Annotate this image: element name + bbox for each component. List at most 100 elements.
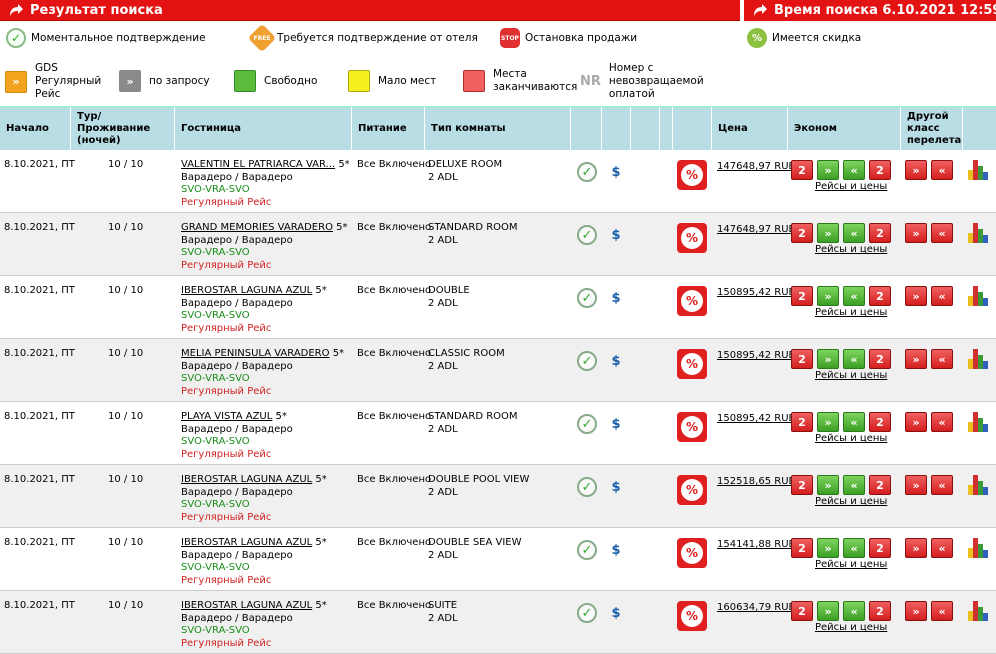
back-arrow-button[interactable]: « — [843, 160, 865, 180]
col-room[interactable]: Тип комнаты — [425, 107, 571, 151]
back-arrow-button[interactable]: « — [843, 286, 865, 306]
col-hotel[interactable]: Гостиница — [175, 107, 352, 151]
seats-back-button[interactable]: 2 — [869, 160, 891, 180]
other-class-back-button[interactable]: « — [931, 223, 953, 243]
other-class-forward-button[interactable]: » — [905, 223, 927, 243]
price-link[interactable]: 147648,97 RUB — [717, 161, 795, 172]
discount-percent-icon[interactable]: % — [677, 412, 707, 442]
other-class-back-button[interactable]: « — [931, 475, 953, 495]
flights-prices-link[interactable]: Рейсы и цены — [815, 559, 887, 570]
price-link[interactable]: 160634,79 RUB — [717, 602, 795, 613]
flight-type: Регулярный Рейс — [181, 322, 272, 334]
flights-prices-link[interactable]: Рейсы и цены — [815, 181, 887, 192]
flights-prices-link[interactable]: Рейсы и цены — [815, 370, 887, 381]
seats-out-button[interactable]: 2 — [791, 223, 813, 243]
forward-arrow-button[interactable]: » — [817, 349, 839, 369]
hotel-link[interactable]: IBEROSTAR LAGUNA AZUL — [181, 474, 312, 485]
seats-out-button[interactable]: 2 — [791, 160, 813, 180]
seats-out-button[interactable]: 2 — [791, 286, 813, 306]
bar-chart-icon[interactable] — [968, 538, 988, 558]
bar-chart-icon[interactable] — [968, 286, 988, 306]
other-class-forward-button[interactable]: » — [905, 412, 927, 432]
other-class-forward-button[interactable]: » — [905, 475, 927, 495]
other-class-back-button[interactable]: « — [931, 349, 953, 369]
price-link[interactable]: 150895,42 RUB — [717, 350, 795, 361]
seats-back-button[interactable]: 2 — [869, 286, 891, 306]
legend-instant-confirm: ✓ Моментальное подтверждение — [6, 28, 206, 48]
other-class-back-button[interactable]: « — [931, 286, 953, 306]
other-class-forward-button[interactable]: » — [905, 160, 927, 180]
hotel-link[interactable]: MELIA PENINSULA VARADERO — [181, 348, 330, 359]
back-arrow-button[interactable]: « — [843, 601, 865, 621]
col-start[interactable]: Начало — [0, 107, 71, 151]
discount-percent-icon[interactable]: % — [677, 475, 707, 505]
col-price[interactable]: Цена — [712, 107, 788, 151]
seats-out-button[interactable]: 2 — [791, 475, 813, 495]
price-link[interactable]: 152518,65 RUB — [717, 476, 795, 487]
seats-out-button[interactable]: 2 — [791, 601, 813, 621]
other-class-back-button[interactable]: « — [931, 538, 953, 558]
room-type: STANDARD ROOM — [428, 411, 518, 422]
flights-prices-link[interactable]: Рейсы и цены — [815, 433, 887, 444]
forward-arrow-button[interactable]: » — [817, 601, 839, 621]
discount-percent-icon[interactable]: % — [677, 601, 707, 631]
bar-chart-icon[interactable] — [968, 412, 988, 432]
forward-arrow-button[interactable]: » — [817, 160, 839, 180]
col-meal[interactable]: Питание — [352, 107, 425, 151]
forward-arrow-button[interactable]: » — [817, 223, 839, 243]
seats-back-button[interactable]: 2 — [869, 223, 891, 243]
seats-back-button[interactable]: 2 — [869, 601, 891, 621]
flights-prices-link[interactable]: Рейсы и цены — [815, 307, 887, 318]
forward-arrow-button[interactable]: » — [817, 412, 839, 432]
instant-confirm-icon: ✓ — [577, 288, 597, 308]
hotel-link[interactable]: GRAND MEMORIES VARADERO — [181, 222, 333, 233]
back-arrow-button[interactable]: « — [843, 538, 865, 558]
flights-prices-link[interactable]: Рейсы и цены — [815, 244, 887, 255]
seats-out-button[interactable]: 2 — [791, 538, 813, 558]
price-link[interactable]: 154141,88 RUB — [717, 539, 795, 550]
seats-back-button[interactable]: 2 — [869, 412, 891, 432]
hotel-link[interactable]: IBEROSTAR LAGUNA AZUL — [181, 600, 312, 611]
forward-arrow-button[interactable]: » — [817, 538, 839, 558]
seats-back-button[interactable]: 2 — [869, 538, 891, 558]
forward-arrow-button[interactable]: » — [817, 286, 839, 306]
other-class-forward-button[interactable]: » — [905, 286, 927, 306]
discount-percent-icon[interactable]: % — [677, 160, 707, 190]
col-tour[interactable]: Тур/Проживание (ночей) — [71, 107, 175, 151]
nights: 10 / 10 — [108, 348, 144, 359]
flights-prices-link[interactable]: Рейсы и цены — [815, 496, 887, 507]
bar-chart-icon[interactable] — [968, 223, 988, 243]
other-class-back-button[interactable]: « — [931, 601, 953, 621]
back-arrow-button[interactable]: « — [843, 475, 865, 495]
other-class-forward-button[interactable]: » — [905, 538, 927, 558]
bar-chart-icon[interactable] — [968, 160, 988, 180]
price-link[interactable]: 150895,42 RUB — [717, 413, 795, 424]
back-arrow-button[interactable]: « — [843, 349, 865, 369]
discount-percent-icon[interactable]: % — [677, 349, 707, 379]
seats-back-button[interactable]: 2 — [869, 475, 891, 495]
other-class-back-button[interactable]: « — [931, 160, 953, 180]
bar-chart-icon[interactable] — [968, 601, 988, 621]
discount-percent-icon[interactable]: % — [677, 223, 707, 253]
seats-out-button[interactable]: 2 — [791, 349, 813, 369]
other-class-forward-button[interactable]: » — [905, 601, 927, 621]
other-class-forward-button[interactable]: » — [905, 349, 927, 369]
hotel-link[interactable]: PLAYA VISTA AZUL — [181, 411, 272, 422]
hotel-link[interactable]: IBEROSTAR LAGUNA AZUL — [181, 537, 312, 548]
flights-prices-link[interactable]: Рейсы и цены — [815, 622, 887, 633]
hotel-link[interactable]: IBEROSTAR LAGUNA AZUL — [181, 285, 312, 296]
back-arrow-button[interactable]: « — [843, 223, 865, 243]
start-date: 8.10.2021, ПТ — [4, 537, 75, 548]
seats-out-button[interactable]: 2 — [791, 412, 813, 432]
hotel-link[interactable]: VALENTIN EL PATRIARCA VAR... — [181, 159, 335, 170]
price-link[interactable]: 150895,42 RUB — [717, 287, 795, 298]
discount-percent-icon[interactable]: % — [677, 286, 707, 316]
back-arrow-button[interactable]: « — [843, 412, 865, 432]
bar-chart-icon[interactable] — [968, 475, 988, 495]
discount-percent-icon[interactable]: % — [677, 538, 707, 568]
bar-chart-icon[interactable] — [968, 349, 988, 369]
other-class-back-button[interactable]: « — [931, 412, 953, 432]
price-link[interactable]: 147648,97 RUB — [717, 224, 795, 235]
forward-arrow-button[interactable]: » — [817, 475, 839, 495]
seats-back-button[interactable]: 2 — [869, 349, 891, 369]
